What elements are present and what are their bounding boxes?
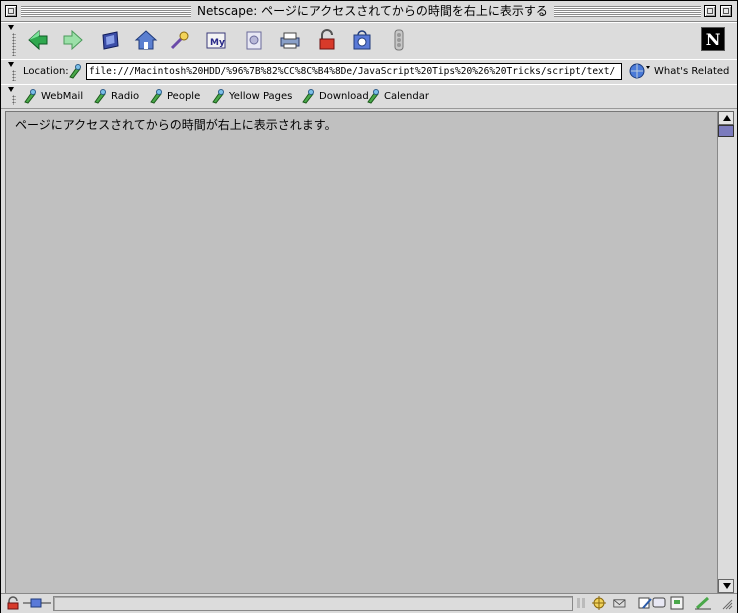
status-bar [1, 593, 737, 613]
title-bar[interactable]: Netscape: ページにアクセスされてからの時間を右上に表示する [1, 1, 737, 22]
bookmark-icon [367, 89, 379, 104]
edit-pencil-icon[interactable] [695, 596, 711, 610]
bookmark-icon [94, 89, 106, 104]
back-arrow-icon[interactable] [25, 27, 51, 53]
page-text: ページにアクセスされてからの時間が右上に表示されます。 [15, 118, 337, 132]
bookmark-people[interactable]: People [149, 87, 200, 105]
netscape-logo[interactable]: N [701, 27, 725, 51]
scroll-up-arrow[interactable] [718, 111, 734, 125]
bookmark-label: Yellow Pages [229, 90, 293, 102]
whats-related-button[interactable]: What's Related [628, 62, 729, 80]
security-lock-icon[interactable] [314, 27, 340, 53]
collapse-box[interactable] [720, 5, 732, 17]
toolbar-grip[interactable] [3, 23, 17, 59]
address-book-icon[interactable] [669, 596, 685, 610]
my-netscape-icon[interactable]: My [203, 27, 229, 53]
scroll-thumb[interactable] [718, 125, 734, 137]
bookmark-webmail[interactable]: WebMail [23, 87, 83, 105]
related-globe-icon [629, 63, 650, 79]
bookmark-radio[interactable]: Radio [93, 87, 139, 105]
stop-icon[interactable] [386, 27, 412, 53]
close-box[interactable] [5, 5, 17, 17]
mail-icon[interactable] [613, 596, 629, 610]
bookmark-calendar[interactable]: Calendar [366, 87, 429, 105]
bookmark-label: Calendar [384, 90, 429, 102]
location-toolbar: Location: file:///Macintosh%20HDD/%96%7B… [1, 59, 737, 85]
home-icon[interactable] [133, 27, 159, 53]
toolbar-grip[interactable] [3, 85, 17, 108]
personal-toolbar: WebMail Radio People Yellow Pages Downlo… [1, 84, 737, 109]
bookmark-label: Download [319, 90, 369, 102]
browser-window: Netscape: ページにアクセスされてからの時間を右上に表示する My N … [0, 0, 738, 613]
navigator-icon[interactable] [591, 596, 607, 610]
images-icon[interactable] [241, 27, 267, 53]
page-content: ページにアクセスされてからの時間が右上に表示されます。 [5, 111, 718, 594]
connection-status-icon [23, 598, 51, 608]
whats-related-label: What's Related [654, 65, 730, 77]
forward-arrow-icon[interactable] [60, 27, 86, 53]
bookmark-label: Radio [111, 90, 140, 102]
reload-icon[interactable] [97, 27, 123, 53]
chat-icon[interactable] [651, 596, 667, 610]
page-proxy-icon[interactable] [67, 63, 83, 79]
navigation-toolbar: My N [1, 22, 737, 60]
bookmark-label: People [167, 90, 201, 102]
vertical-scrollbar[interactable] [717, 111, 734, 593]
security-lock-icon[interactable] [5, 596, 21, 610]
status-text-field [53, 596, 573, 611]
zoom-box[interactable] [704, 5, 716, 17]
bookmark-icon [24, 89, 36, 104]
bookmark-icon [212, 89, 224, 104]
window-title: Netscape: ページにアクセスされてからの時間を右上に表示する [191, 3, 554, 19]
location-label: Location: [23, 66, 69, 77]
bookmark-yellow-pages[interactable]: Yellow Pages [211, 87, 292, 105]
toolbar-grip[interactable] [3, 60, 17, 84]
print-icon[interactable] [277, 27, 303, 53]
status-grip-icon [577, 598, 585, 608]
bookmark-download[interactable]: Download [301, 87, 369, 105]
location-url-input[interactable]: file:///Macintosh%20HDD/%96%7B%82%CC%8C%… [86, 63, 622, 80]
svg-text:My: My [210, 38, 225, 48]
scroll-down-arrow[interactable] [718, 579, 734, 593]
resize-grip-icon[interactable] [721, 598, 733, 610]
bookmark-label: WebMail [41, 90, 84, 102]
shop-icon[interactable] [349, 27, 375, 53]
bookmark-icon [150, 89, 162, 104]
search-icon[interactable] [167, 27, 193, 53]
bookmark-icon [302, 89, 314, 104]
